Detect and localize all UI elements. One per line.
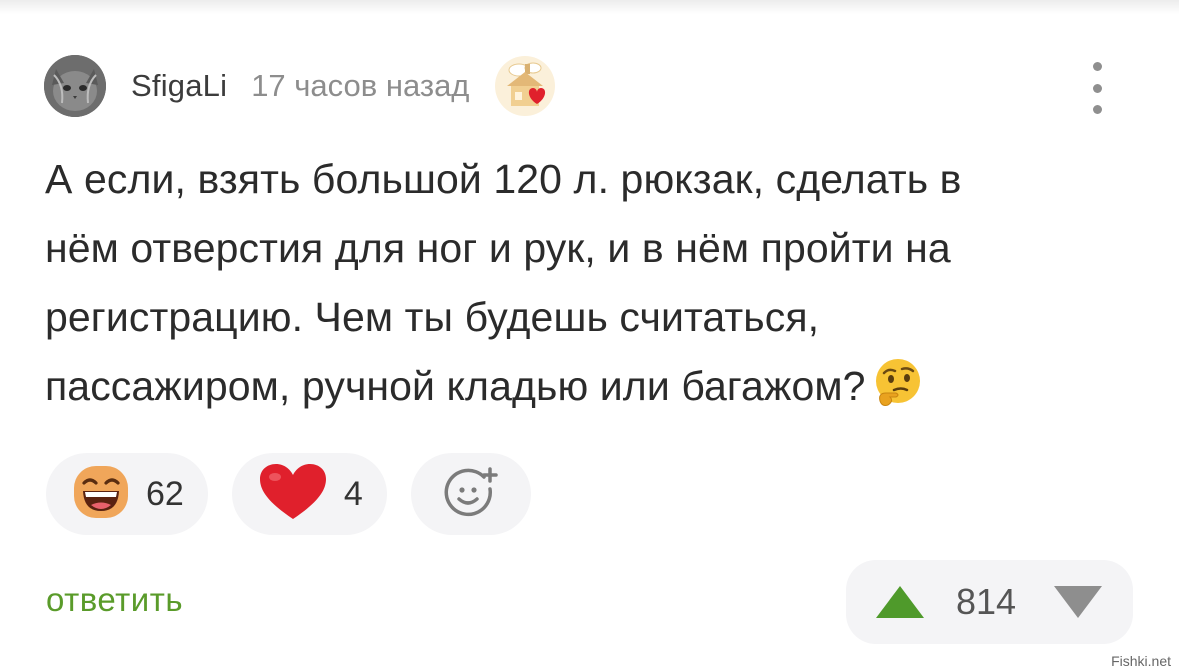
comment-text-line: регистрацию. Чем ты будешь считаться, [45, 294, 820, 340]
rating-value: 814 [956, 581, 1017, 622]
triangle-down-icon [1054, 586, 1102, 618]
grinning-face-emoji-icon [72, 463, 130, 526]
author-name[interactable]: SfigaLi [131, 68, 227, 104]
comment-header: SfigaLi 17 часов назад [44, 54, 556, 118]
avatar[interactable] [44, 55, 106, 117]
comment-text-line-last: пассажиром, ручной кладью или багажом? [45, 352, 1145, 421]
comment-text-line-content: пассажиром, ручной кладью или багажом? [45, 363, 866, 409]
vote-up-button[interactable] [874, 584, 926, 620]
dot-icon [1092, 62, 1102, 71]
comment-text-line: нём отверстия для ног и рук, и в нём про… [45, 225, 951, 271]
more-options-button[interactable] [1084, 62, 1110, 114]
rating-widget: 814 [846, 560, 1133, 644]
comment-text: А если, взять большой 120 л. рюкзак, сде… [45, 145, 1145, 421]
comment-time: 17 часов назад [251, 68, 470, 103]
triangle-up-icon [876, 586, 924, 618]
heart-emoji-icon [258, 463, 328, 526]
reaction-heart[interactable]: 4 [231, 453, 387, 535]
reaction-count: 4 [343, 474, 363, 513]
add-reaction-button[interactable] [410, 453, 531, 535]
reply-button[interactable]: ответить [46, 581, 183, 619]
thinking-face-emoji-icon [872, 357, 924, 409]
comment-card: SfigaLi 17 часов назад А если, взять бол… [0, 0, 1179, 671]
reaction-grinning[interactable]: 62 [46, 453, 208, 535]
add-emoji-icon [440, 463, 502, 526]
reaction-count: 62 [146, 474, 184, 513]
dot-icon [1092, 83, 1102, 93]
reactions-bar: 62 4 [46, 453, 531, 535]
watermark: Fishki.net [1109, 653, 1173, 669]
dot-icon [1092, 105, 1102, 114]
comment-text-line: А если, взять большой 120 л. рюкзак, сде… [45, 156, 962, 202]
home-heart-badge-icon[interactable] [495, 56, 556, 116]
vote-down-button[interactable] [1052, 584, 1104, 620]
